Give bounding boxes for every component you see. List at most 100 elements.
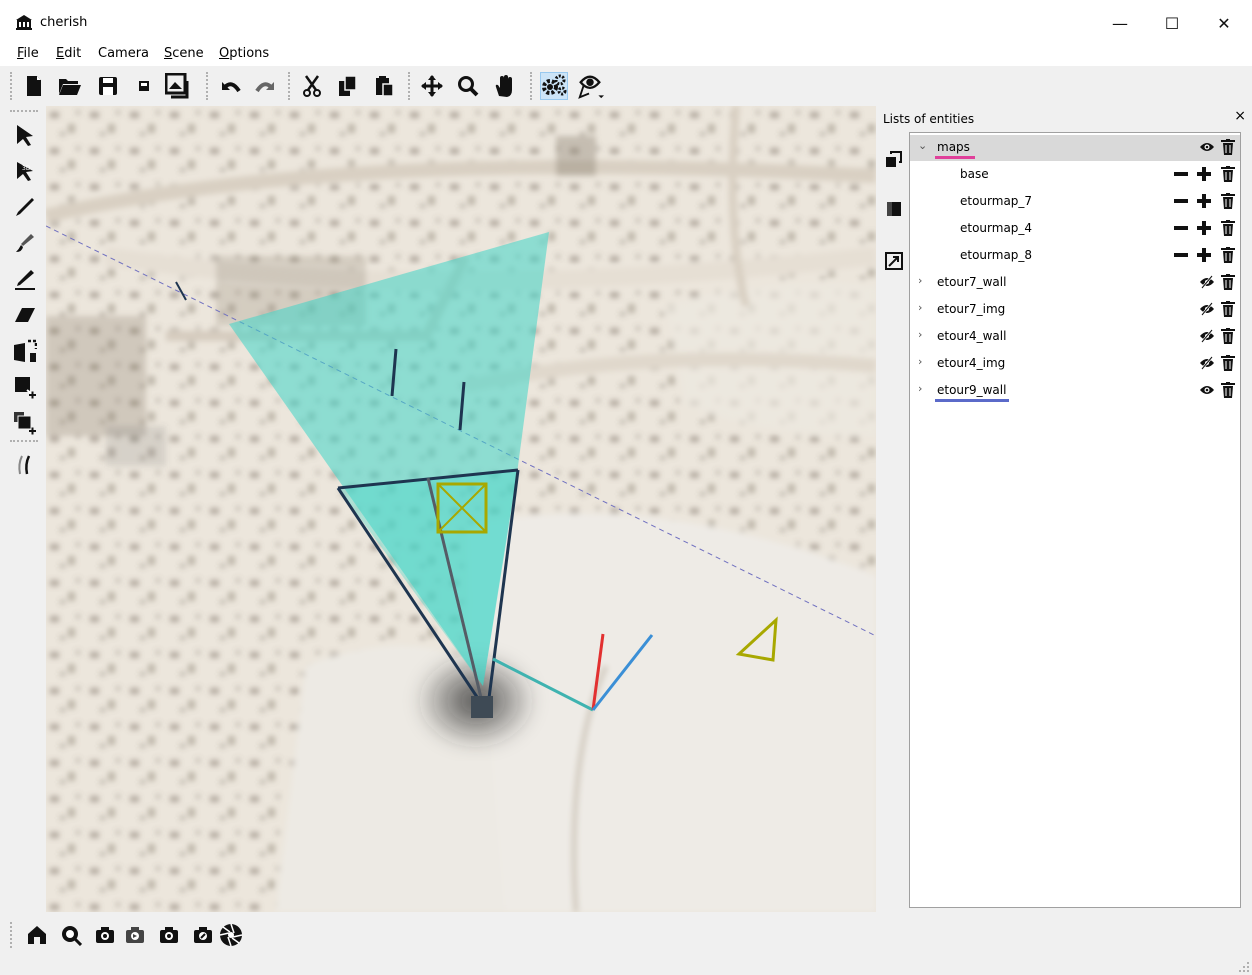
- trash-icon[interactable]: [1219, 192, 1237, 210]
- copy-icon: [339, 75, 357, 96]
- undo-button[interactable]: [216, 72, 244, 100]
- toolbar-grip[interactable]: [10, 72, 15, 100]
- canvas-select-tool-button[interactable]: [10, 336, 40, 366]
- visibility-hidden-icon[interactable]: [1198, 327, 1216, 345]
- maximize-button[interactable]: ☐: [1149, 8, 1195, 38]
- 3d-viewport[interactable]: [46, 106, 876, 912]
- save-button[interactable]: [94, 72, 122, 100]
- visibility-hidden-icon[interactable]: [1198, 300, 1216, 318]
- tree-row-maps[interactable]: ⌄ maps: [910, 135, 1240, 161]
- minus-icon[interactable]: [1172, 165, 1190, 183]
- home-view-button[interactable]: [24, 922, 50, 948]
- trash-icon[interactable]: [1219, 138, 1237, 156]
- tree-row-etour7-wall[interactable]: › etour7_wall: [910, 270, 1240, 296]
- left-toolbar-grip[interactable]: [10, 110, 38, 115]
- brush-tool-button[interactable]: [10, 228, 40, 258]
- tab-groups[interactable]: [881, 144, 907, 174]
- select-tool-button[interactable]: [10, 120, 40, 150]
- resize-grip-icon[interactable]: [1236, 959, 1250, 973]
- tab-photos[interactable]: [881, 246, 907, 276]
- tab-group-icon: [886, 151, 902, 167]
- visibility-eye-icon[interactable]: [1198, 138, 1216, 156]
- collapsed-chevron-icon[interactable]: ›: [918, 328, 922, 341]
- eraser-tool-button[interactable]: [10, 300, 40, 330]
- visibility-hidden-icon[interactable]: [1198, 354, 1216, 372]
- toolbar-grip-5[interactable]: [530, 72, 535, 100]
- plus-icon[interactable]: [1195, 165, 1213, 183]
- visibility-hidden-icon[interactable]: [1198, 273, 1216, 291]
- pan-button[interactable]: [490, 72, 518, 100]
- stroke-tool-button[interactable]: [10, 450, 40, 480]
- toolbar-grip-4[interactable]: [408, 72, 413, 100]
- trash-icon[interactable]: [1219, 165, 1237, 183]
- move-button[interactable]: [418, 72, 446, 100]
- aperture-button[interactable]: [218, 922, 244, 948]
- camera-button[interactable]: [92, 922, 118, 948]
- trash-icon[interactable]: [1219, 300, 1237, 318]
- select-3d-tool-button[interactable]: 3D: [10, 156, 40, 186]
- export-image-icon: [165, 73, 189, 99]
- viewport-scene: [46, 106, 876, 912]
- camera-next-button[interactable]: [190, 922, 216, 948]
- collapsed-chevron-icon[interactable]: ›: [918, 274, 922, 287]
- cut-button[interactable]: [298, 72, 326, 100]
- open-file-button[interactable]: [56, 72, 84, 100]
- save-small-button[interactable]: [130, 72, 158, 100]
- tree-row-label: etourmap_4: [960, 221, 1033, 235]
- collapsed-chevron-icon[interactable]: ›: [918, 301, 922, 314]
- tree-row-etourmap-8[interactable]: etourmap_8: [910, 243, 1240, 269]
- collapsed-chevron-icon[interactable]: ›: [918, 355, 922, 368]
- bottom-toolbar-grip[interactable]: [10, 922, 15, 948]
- toolbar-grip-3[interactable]: [288, 72, 293, 100]
- trash-icon[interactable]: [1219, 273, 1237, 291]
- tree-row-etour9-wall[interactable]: › etour9_wall: [910, 378, 1240, 404]
- trash-icon[interactable]: [1219, 219, 1237, 237]
- pen-tool-button[interactable]: [10, 192, 40, 222]
- camera-previous-button[interactable]: [122, 922, 148, 948]
- trash-icon[interactable]: [1219, 246, 1237, 264]
- tab-canvases[interactable]: [881, 194, 907, 224]
- trash-icon[interactable]: [1219, 354, 1237, 372]
- menu-edit[interactable]: Edit: [56, 46, 81, 61]
- camera-search-button[interactable]: [58, 922, 84, 948]
- tree-row-etour4-wall[interactable]: › etour4_wall: [910, 324, 1240, 350]
- copy-button[interactable]: [334, 72, 362, 100]
- toolbar-grip-2[interactable]: [206, 72, 211, 100]
- menu-file[interactable]: File: [17, 46, 39, 61]
- paste-button[interactable]: [370, 72, 398, 100]
- plus-icon[interactable]: [1195, 246, 1213, 264]
- minus-icon[interactable]: [1172, 219, 1190, 237]
- close-window-button[interactable]: ✕: [1201, 8, 1247, 38]
- panel-close-button[interactable]: ×: [1234, 108, 1246, 124]
- tree-row-etour7-img[interactable]: › etour7_img: [910, 297, 1240, 323]
- viewing-button[interactable]: [576, 72, 604, 100]
- trash-icon[interactable]: [1219, 381, 1237, 399]
- left-toolbar-grip-2[interactable]: [10, 440, 38, 445]
- menu-options[interactable]: Options: [219, 46, 269, 61]
- export-image-button[interactable]: [164, 72, 192, 100]
- minus-icon[interactable]: [1172, 192, 1190, 210]
- expanded-chevron-icon[interactable]: ⌄: [918, 139, 927, 152]
- trash-icon[interactable]: [1219, 327, 1237, 345]
- collapsed-chevron-icon[interactable]: ›: [918, 382, 922, 395]
- add-canvas-tool-button[interactable]: [10, 372, 40, 402]
- tree-row-base[interactable]: base: [910, 162, 1240, 188]
- copy-canvas-tool-button[interactable]: [10, 408, 40, 438]
- minimize-button[interactable]: —: [1097, 8, 1143, 38]
- tree-row-etourmap-7[interactable]: etourmap_7: [910, 189, 1240, 215]
- tree-row-etour4-img[interactable]: › etour4_img: [910, 351, 1240, 377]
- menu-scene[interactable]: Scene: [164, 46, 204, 61]
- redo-button[interactable]: [252, 72, 280, 100]
- tree-row-etourmap-4[interactable]: etourmap_4: [910, 216, 1240, 242]
- minus-icon[interactable]: [1172, 246, 1190, 264]
- menu-camera[interactable]: Camera: [98, 46, 149, 61]
- new-file-button[interactable]: [20, 72, 48, 100]
- settings-button[interactable]: [540, 72, 568, 100]
- plus-icon[interactable]: [1195, 192, 1213, 210]
- pencil-tool-button[interactable]: [10, 264, 40, 294]
- plus-icon[interactable]: [1195, 219, 1213, 237]
- zoom-button[interactable]: [454, 72, 482, 100]
- camera-add-button[interactable]: [156, 922, 182, 948]
- visibility-eye-icon[interactable]: [1198, 381, 1216, 399]
- tree-row-label: base: [960, 167, 989, 181]
